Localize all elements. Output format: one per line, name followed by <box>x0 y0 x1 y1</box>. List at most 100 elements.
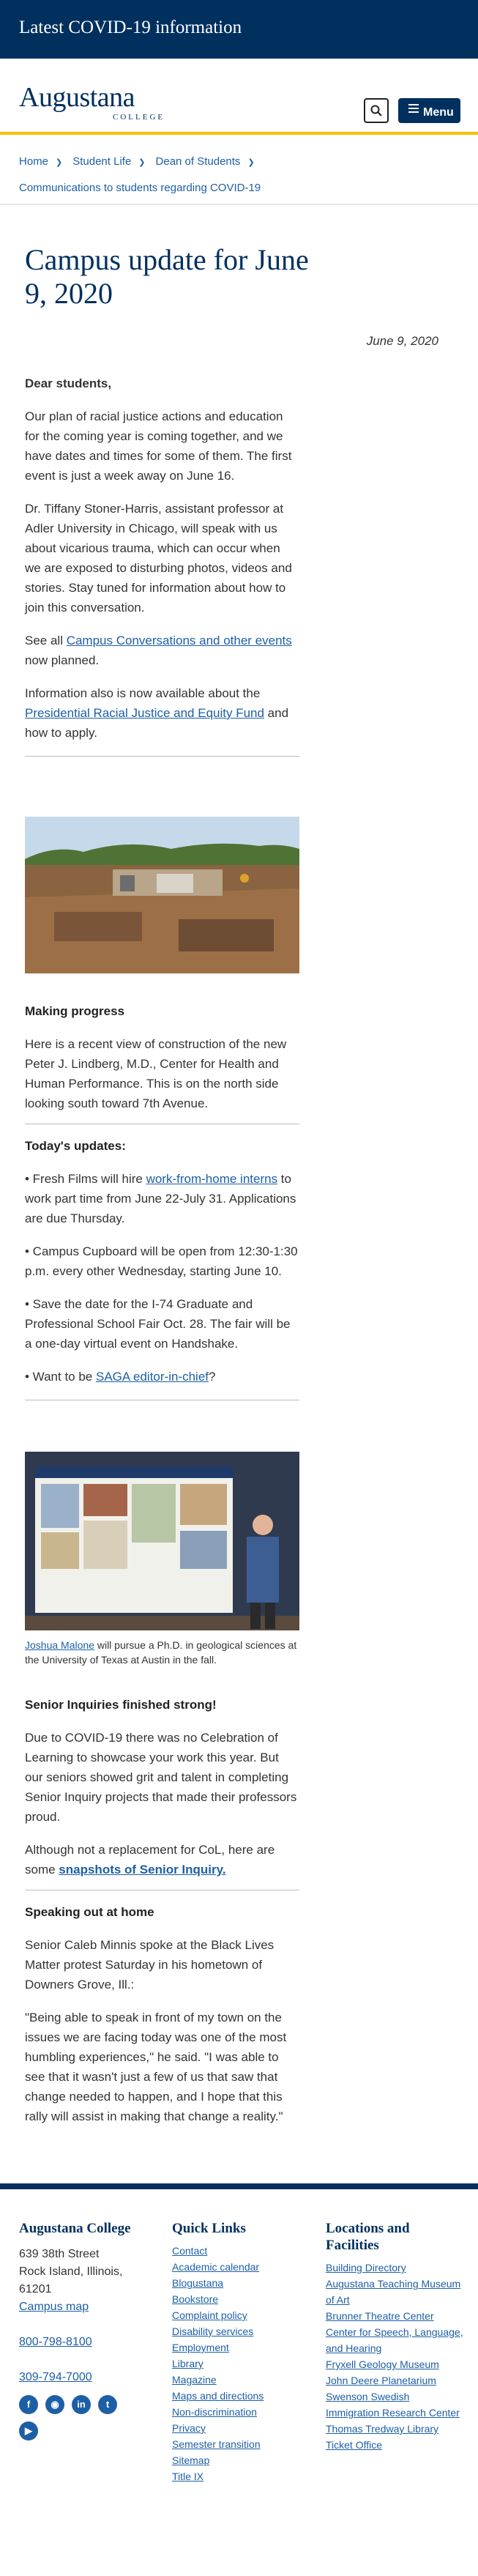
chevron-right-icon: ❯ <box>247 158 255 167</box>
location-link[interactable]: Swenson Swedish Immigration Research Cen… <box>326 2388 465 2421</box>
chevron-right-icon: ❯ <box>56 158 63 167</box>
construction-image <box>25 817 299 973</box>
hamburger-icon <box>408 104 419 115</box>
list-item: • Campus Cupboard will be open from 12:3… <box>25 1244 298 1278</box>
covid-alert-bar: Latest COVID-19 information <box>0 0 478 59</box>
quick-link[interactable]: Complaint policy <box>172 2307 296 2323</box>
quick-link[interactable]: Blogustana <box>172 2275 296 2291</box>
page-title: Campus update for June 9, 2020 <box>25 243 309 310</box>
footer-stripe <box>0 2183 478 2189</box>
phone-link[interactable]: 309-794-7000 <box>19 2369 143 2386</box>
breadcrumb-dean-of-students[interactable]: Dean of Students <box>156 155 241 168</box>
quick-links-list: Contact Academic calendar Blogustana Bookst… <box>172 2243 296 2484</box>
location-link[interactable]: Brunner Theatre Center <box>326 2308 465 2324</box>
site-header: Augustana COLLEGE Menu <box>0 59 478 135</box>
instagram-icon[interactable]: ◉ <box>45 2395 64 2414</box>
youtube-icon[interactable]: ▶ <box>19 2421 38 2440</box>
paragraph-fund: Information also is now available about … <box>25 686 289 740</box>
location-link[interactable]: Thomas Tredway Library <box>326 2421 465 2437</box>
paragraph-events: See all Campus Conversations and other e… <box>25 634 292 667</box>
paragraph-speaker: Dr. Tiffany Stoner-Harris, assistant pro… <box>25 502 292 615</box>
list-item: • Save the date for the I-74 Graduate an… <box>25 1297 291 1351</box>
quick-link[interactable]: Academic calendar <box>172 2259 296 2275</box>
location-link[interactable]: Center for Speech, Language, and Hearing <box>326 2324 465 2356</box>
site-footer: Augustana College 639 38th Street Rock I… <box>0 2189 478 2576</box>
footer-contact-column: Augustana College 639 38th Street Rock I… <box>19 2220 143 2440</box>
list-item: • Fresh Films will hire work-from-home i… <box>25 1172 296 1225</box>
footer-college-heading: Augustana College <box>19 2221 131 2236</box>
saga-editor-link[interactable]: SAGA editor-in-chief <box>96 1370 209 1384</box>
campus-conversations-link[interactable]: Campus Conversations and other events <box>67 634 292 647</box>
todays-updates-heading: Today's updates: <box>25 1139 126 1153</box>
breadcrumb-covid-communications[interactable]: Communications to students regarding COV… <box>19 182 261 194</box>
snapshots-link[interactable]: snapshots of Senior Inquiry. <box>59 1863 225 1877</box>
footer-locations-column: Locations and Facilities Building Direct… <box>326 2220 465 2453</box>
footer-quick-links-heading: Quick Links <box>172 2221 246 2236</box>
linkedin-icon[interactable]: in <box>72 2395 91 2414</box>
main-content: Campus update for June 9, 2020 June 9, 2… <box>0 243 478 2126</box>
updates-list: • Fresh Films will hire work-from-home i… <box>25 1169 299 1387</box>
search-button[interactable] <box>364 98 389 123</box>
article-date: June 9, 2020 <box>366 334 438 348</box>
paragraph-senior-inquiry: Due to COVID-19 there was no Celebration… <box>25 1731 297 1824</box>
locations-list: Building Directory Augustana Teaching Mus… <box>326 2260 465 2453</box>
paragraph-protest: Senior Caleb Minnis spoke at the Black L… <box>25 1938 275 1992</box>
breadcrumb-student-life[interactable]: Student Life <box>72 155 131 168</box>
quick-link[interactable]: Privacy <box>172 2420 296 2436</box>
footer-address-line: 61201 <box>19 2283 52 2295</box>
quick-link[interactable]: Contact <box>172 2243 296 2259</box>
divider <box>25 756 299 757</box>
quick-link[interactable]: Title IX <box>172 2468 296 2484</box>
poster-caption: Joshua Malone will pursue a Ph.D. in geo… <box>25 1639 297 1666</box>
footer-locations-heading: Locations and Facilities <box>326 2221 410 2253</box>
campus-map-link[interactable]: Campus map <box>19 2298 143 2316</box>
search-icon <box>370 105 382 116</box>
quick-link[interactable]: Magazine <box>172 2372 296 2388</box>
footer-address-line: Rock Island, Illinois, <box>19 2265 123 2278</box>
greeting: Dear students, <box>25 376 112 390</box>
location-link[interactable]: Ticket Office <box>326 2437 465 2453</box>
location-link[interactable]: Fryxell Geology Museum <box>326 2356 465 2372</box>
paragraph-racial-justice: Our plan of racial justice actions and e… <box>25 409 292 483</box>
quick-link[interactable]: Employment <box>172 2339 296 2356</box>
social-links: f ◉ in t <box>19 2395 143 2414</box>
student-poster-photo <box>25 1452 299 1630</box>
quick-link[interactable]: Library <box>172 2356 296 2372</box>
list-item: • Want to be SAGA editor-in-chief? <box>25 1370 216 1384</box>
quick-link[interactable]: Bookstore <box>172 2291 296 2307</box>
menu-label: Menu <box>423 106 454 119</box>
social-links-row-2: ▶ <box>19 2421 143 2440</box>
location-link[interactable]: Building Directory <box>326 2260 465 2276</box>
facebook-icon[interactable]: f <box>19 2395 38 2414</box>
breadcrumb: Home ❯ Student Life ❯ Dean of Students ❯ Comm… <box>0 135 478 205</box>
twitter-icon[interactable]: t <box>98 2395 117 2414</box>
interns-link[interactable]: work-from-home interns <box>146 1172 278 1186</box>
quick-link[interactable]: Semester transition <box>172 2436 296 2452</box>
speaking-out-heading: Speaking out at home <box>25 1905 154 1919</box>
augustana-logo[interactable]: Augustana COLLEGE <box>19 83 165 122</box>
location-link[interactable]: John Deere Planetarium <box>326 2372 465 2388</box>
quick-link[interactable]: Sitemap <box>172 2452 296 2468</box>
breadcrumb-home[interactable]: Home <box>19 155 48 168</box>
paragraph-snapshots: Although not a replacement for CoL, here… <box>25 1843 275 1877</box>
logo-wordmark: Augustana <box>19 82 135 113</box>
equity-fund-link[interactable]: Presidential Racial Justice and Equity F… <box>25 706 264 720</box>
menu-button[interactable]: Menu <box>398 98 460 123</box>
chevron-right-icon: ❯ <box>138 158 146 167</box>
quick-link[interactable]: Disability services <box>172 2323 296 2339</box>
footer-quick-links-column: Quick Links Contact Academic calendar Blog… <box>172 2220 296 2484</box>
senior-inquiries-heading: Senior Inquiries finished strong! <box>25 1698 217 1712</box>
quick-link[interactable]: Non-discrimination <box>172 2404 296 2420</box>
phone-link[interactable]: 800-798-8100 <box>19 2334 143 2351</box>
logo-subtitle: COLLEGE <box>113 113 165 122</box>
paragraph-construction: Here is a recent view of construction of… <box>25 1037 287 1110</box>
footer-address-line: 639 38th Street <box>19 2248 100 2260</box>
making-progress-heading: Making progress <box>25 1004 125 1018</box>
covid-alert-link[interactable]: Latest COVID-19 information <box>19 18 242 37</box>
construction-photo <box>25 817 299 973</box>
joshua-malone-link[interactable]: Joshua Malone <box>25 1639 94 1651</box>
quick-link[interactable]: Maps and directions <box>172 2388 296 2404</box>
location-link[interactable]: Augustana Teaching Museum of Art <box>326 2276 465 2308</box>
paragraph-quote: "Being able to speak in front of my town… <box>25 2011 287 2123</box>
poster-image <box>25 1452 299 1630</box>
